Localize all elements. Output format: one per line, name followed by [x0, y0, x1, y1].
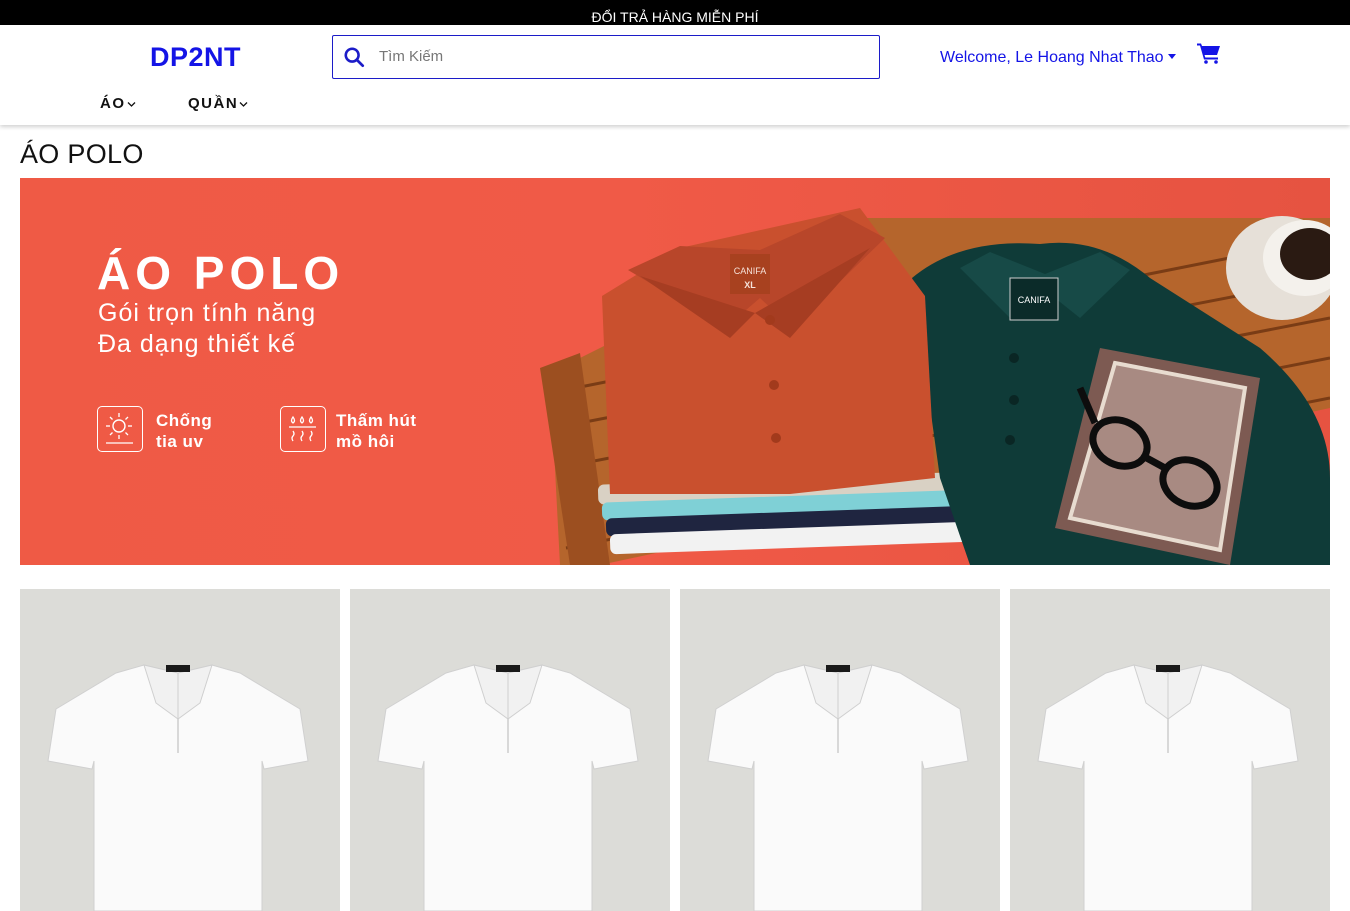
product-card[interactable]: [350, 589, 670, 911]
feature-uv: Chống tia uv: [156, 410, 212, 452]
banner-photo: CANIFA CANIFA XL: [540, 208, 1330, 565]
banner-subtitle-line2: Đa dạng thiết kế: [98, 330, 297, 358]
product-grid: [20, 589, 1330, 911]
announcement-text: ĐỔI TRẢ HÀNG MIỄN PHÍ: [591, 9, 759, 25]
nav-item-quan[interactable]: QUẦN: [188, 95, 248, 112]
nav-item-ao[interactable]: ÁO: [100, 95, 136, 112]
site-logo[interactable]: DP2NT: [150, 42, 241, 73]
user-menu[interactable]: Welcome, Le Hoang Nhat Thao: [940, 49, 1176, 67]
feature-sweat: Thấm hút mồ hôi: [336, 410, 417, 452]
chevron-down-icon: [239, 101, 248, 107]
banner-subtitle-line1: Gói trọn tính năng: [98, 299, 317, 327]
page-title: ÁO POLO: [20, 139, 144, 169]
search-icon[interactable]: [343, 46, 365, 68]
feature-uv-line2: tia uv: [156, 432, 204, 451]
nav-item-label: QUẦN: [188, 95, 239, 112]
announcement-bar: ĐỔI TRẢ HÀNG MIỄN PHÍ: [0, 0, 1350, 25]
feature-sweat-line1: Thấm hút: [336, 411, 417, 430]
white-polo-shirt-image: [47, 664, 309, 911]
welcome-text: Welcome, Le Hoang Nhat Thao: [940, 49, 1164, 66]
shirt-size-label: XL: [744, 280, 756, 290]
svg-text:CANIFA: CANIFA: [1018, 295, 1051, 305]
white-polo-shirt-image: [1037, 664, 1299, 911]
orange-polo-shirt: CANIFA XL: [602, 208, 935, 494]
uv-protection-icon: [97, 406, 143, 452]
chevron-down-icon: [127, 101, 135, 107]
feature-uv-line1: Chống: [156, 411, 213, 430]
search-input[interactable]: [379, 36, 869, 77]
banner-subtitle: Gói trọn tính năng Đa dạng thiết kế: [98, 298, 316, 360]
banner-title: ÁO POLO: [97, 247, 345, 299]
site-header: DP2NT Welcome, Le Hoang Nhat Thao ÁO QUẦ…: [0, 25, 1350, 125]
cart-icon[interactable]: [1197, 42, 1221, 64]
promo-banner[interactable]: ÁO POLO Gói trọn tính năng Đa dạng thiết…: [20, 178, 1330, 565]
product-card[interactable]: [20, 589, 340, 911]
product-card[interactable]: [680, 589, 1000, 911]
caret-down-icon: [1167, 53, 1176, 59]
white-polo-shirt-image: [377, 664, 639, 911]
white-polo-shirt-image: [707, 664, 969, 911]
product-card[interactable]: [1010, 589, 1330, 911]
search-box: [332, 35, 880, 79]
nav-item-label: ÁO: [100, 95, 126, 112]
shirt-brand-label: CANIFA: [734, 266, 767, 276]
feature-sweat-line2: mồ hôi: [336, 432, 395, 451]
sweat-absorb-icon: [280, 406, 326, 452]
